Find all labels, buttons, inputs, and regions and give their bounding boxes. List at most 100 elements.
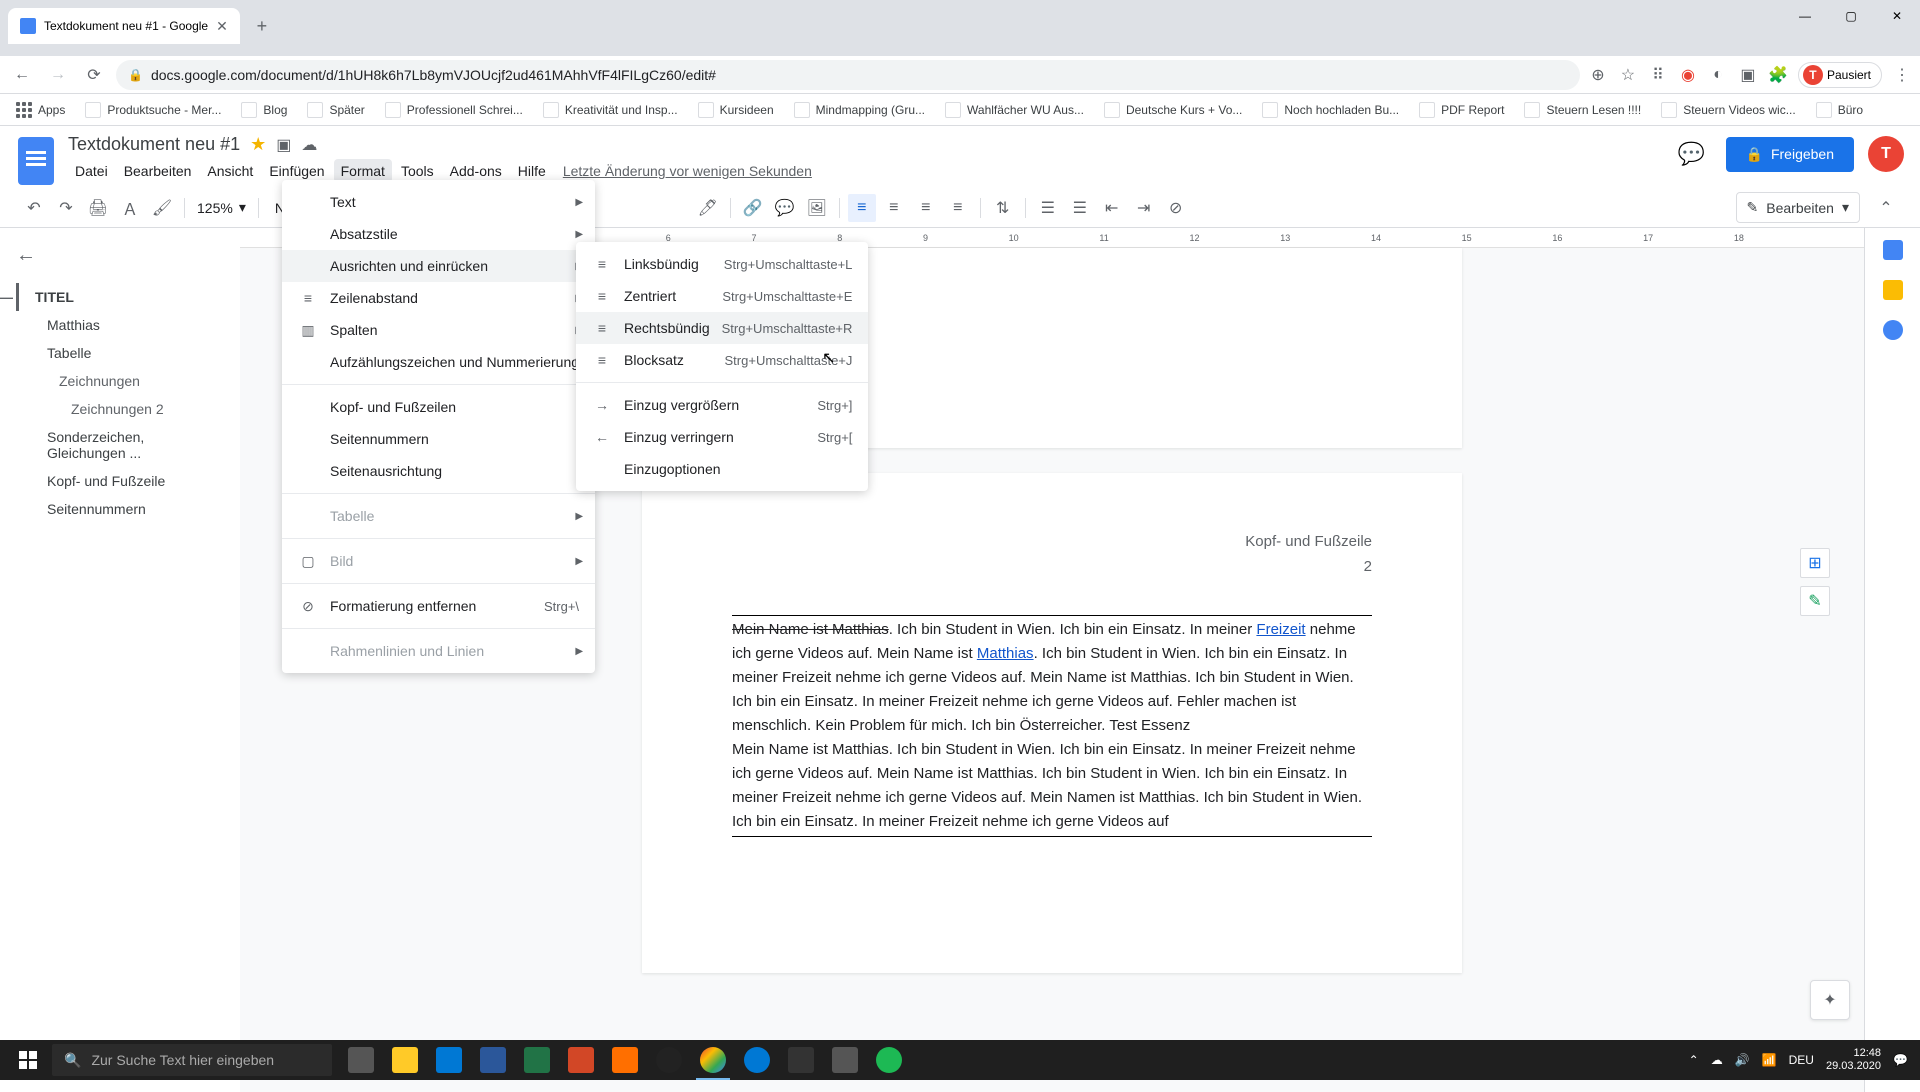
numbered-list-button[interactable]: ☰ (1034, 194, 1062, 222)
tray-volume-icon[interactable]: 🔊 (1735, 1053, 1750, 1067)
app-icon[interactable] (604, 1040, 646, 1080)
bookmark-item[interactable]: Steuern Lesen !!!! (1516, 98, 1649, 122)
profile-badge[interactable]: T Pausiert (1798, 62, 1882, 88)
suggest-edit-button[interactable]: ✎ (1800, 586, 1830, 616)
chrome-icon[interactable] (692, 1040, 734, 1080)
align-center-button[interactable]: ≡ (880, 194, 908, 222)
notifications-icon[interactable]: 💬 (1893, 1053, 1908, 1067)
outline-item[interactable]: TITEL (16, 283, 224, 311)
menu-bearbeiten[interactable]: Bearbeiten (117, 159, 199, 183)
start-button[interactable] (4, 1040, 52, 1080)
zoom-select[interactable]: 125%▾ (193, 197, 250, 218)
menu-item[interactable]: Aufzählungszeichen und Nummerierung▶ (282, 346, 595, 378)
collapse-toolbar-button[interactable]: ⌃ (1872, 194, 1900, 222)
print-button[interactable]: 🖨 (84, 194, 112, 222)
align-left-button[interactable]: ≡ (848, 194, 876, 222)
submenu-item[interactable]: ≡RechtsbündigStrg+Umschalttaste+R (576, 312, 868, 344)
spotify-icon[interactable] (868, 1040, 910, 1080)
obs-icon[interactable] (648, 1040, 690, 1080)
page-header[interactable]: Kopf- und Fußzeile (732, 533, 1372, 550)
clear-formatting-button[interactable]: ⊘ (1162, 194, 1190, 222)
tasks-icon[interactable] (1883, 320, 1903, 340)
align-justify-button[interactable]: ≡ (944, 194, 972, 222)
extension-icon-1[interactable]: ◉ (1678, 65, 1698, 85)
bookmark-item[interactable]: Deutsche Kurs + Vo... (1096, 98, 1250, 122)
align-right-button[interactable]: ≡ (912, 194, 940, 222)
close-tab-icon[interactable]: ✕ (216, 18, 228, 35)
bookmark-item[interactable]: Mindmapping (Gru... (786, 98, 933, 122)
menu-item[interactable]: Kopf- und Fußzeilen (282, 391, 595, 423)
back-button[interactable]: ← (8, 61, 36, 89)
outline-item[interactable]: Matthias (16, 311, 224, 339)
bookmark-item[interactable]: Blog (233, 98, 295, 122)
add-comment-button[interactable]: ⊞ (1800, 548, 1830, 578)
paint-format-button[interactable]: 🖌 (148, 194, 176, 222)
link-freizeit[interactable]: Freizeit (1256, 621, 1305, 638)
link-matthias[interactable]: Matthias (977, 645, 1034, 662)
increase-indent-button[interactable]: ⇥ (1130, 194, 1158, 222)
chrome-menu-icon[interactable]: ⋮ (1892, 65, 1912, 85)
forward-button[interactable]: → (44, 61, 72, 89)
bookmark-item[interactable]: Kreativität und Insp... (535, 98, 686, 122)
extension-icon-3[interactable]: ▣ (1738, 65, 1758, 85)
bulleted-list-button[interactable]: ☰ (1066, 194, 1094, 222)
menu-item[interactable]: Absatzstile▶ (282, 218, 595, 250)
last-edit-link[interactable]: Letzte Änderung vor wenigen Sekunden (555, 159, 820, 183)
menu-item[interactable]: Ausrichten und einrücken▶ (282, 250, 595, 282)
tray-cloud-icon[interactable]: ☁ (1711, 1053, 1723, 1067)
edge-icon[interactable] (428, 1040, 470, 1080)
menu-item[interactable]: Seitennummern (282, 423, 595, 455)
tray-clock[interactable]: 12:48 29.03.2020 (1826, 1047, 1881, 1073)
new-tab-button[interactable]: + (248, 12, 276, 40)
bookmark-item[interactable]: Kursideen (690, 98, 782, 122)
extension-icon-2[interactable]: ◐ (1708, 65, 1728, 85)
insert-link-button[interactable]: 🔗 (739, 194, 767, 222)
submenu-item[interactable]: ≡BlocksatzStrg+Umschalttaste+J (576, 344, 868, 376)
undo-button[interactable]: ↶ (20, 194, 48, 222)
redo-button[interactable]: ↷ (52, 194, 80, 222)
edit-mode-button[interactable]: ✎ Bearbeiten ▾ (1736, 192, 1860, 223)
translate-icon[interactable]: ⠿ (1648, 65, 1668, 85)
windows-search[interactable]: 🔍 Zur Suche Text hier eingeben (52, 1044, 332, 1076)
url-input[interactable]: 🔒 docs.google.com/document/d/1hUH8k6h7Lb… (116, 60, 1580, 90)
outline-close-button[interactable]: ← (16, 244, 36, 267)
share-button[interactable]: 🔒 Freigeben (1726, 137, 1854, 172)
minimize-button[interactable]: — (1782, 0, 1828, 32)
browser-tab[interactable]: Textdokument neu #1 - Google ✕ (8, 8, 240, 44)
comments-button[interactable]: 💬 (1672, 134, 1712, 174)
submenu-item[interactable]: ≡LinksbündigStrg+Umschalttaste+L (576, 248, 868, 280)
spellcheck-button[interactable]: Ａ (116, 194, 144, 222)
bookmark-item[interactable]: Wahlfächer WU Aus... (937, 98, 1092, 122)
bookmark-item[interactable]: Büro (1808, 98, 1871, 122)
task-view-button[interactable] (340, 1040, 382, 1080)
tray-chevron-icon[interactable]: ⌃ (1689, 1053, 1699, 1067)
outline-item[interactable]: Tabelle (16, 339, 224, 367)
outline-item[interactable]: Seitennummern (16, 495, 224, 523)
move-folder-icon[interactable]: ▣ (276, 135, 291, 155)
menu-ansicht[interactable]: Ansicht (200, 159, 260, 183)
tray-wifi-icon[interactable]: 📶 (1762, 1053, 1777, 1067)
star-icon[interactable]: ★ (250, 134, 266, 155)
submenu-item[interactable]: Einzugoptionen (576, 453, 868, 485)
reload-button[interactable]: ⟳ (80, 61, 108, 89)
submenu-item[interactable]: ←Einzug verringernStrg+[ (576, 421, 868, 453)
highlight-color-button[interactable]: 🖊 (694, 194, 722, 222)
bookmark-star-icon[interactable]: ☆ (1618, 65, 1638, 85)
excel-icon[interactable] (516, 1040, 558, 1080)
calendar-icon[interactable] (1883, 240, 1903, 260)
insert-comment-button[interactable]: 💬 (771, 194, 799, 222)
apps-button[interactable]: Apps (8, 98, 73, 122)
line-spacing-button[interactable]: ⇅ (989, 194, 1017, 222)
outline-item[interactable]: Kopf- und Fußzeile (16, 467, 224, 495)
app-icon-2[interactable] (780, 1040, 822, 1080)
document-title[interactable]: Textdokument neu #1 (68, 134, 240, 155)
cloud-status-icon[interactable]: ☁ (301, 135, 317, 155)
outline-item[interactable]: Zeichnungen (16, 367, 224, 395)
outline-item[interactable]: Zeichnungen 2 (16, 395, 224, 423)
zoom-icon[interactable]: ⊕ (1588, 65, 1608, 85)
decrease-indent-button[interactable]: ⇤ (1098, 194, 1126, 222)
insert-image-button[interactable]: 🖼 (803, 194, 831, 222)
explore-button[interactable]: ✦ (1810, 980, 1850, 1020)
bookmark-item[interactable]: Später (299, 98, 372, 122)
edge-new-icon[interactable] (736, 1040, 778, 1080)
